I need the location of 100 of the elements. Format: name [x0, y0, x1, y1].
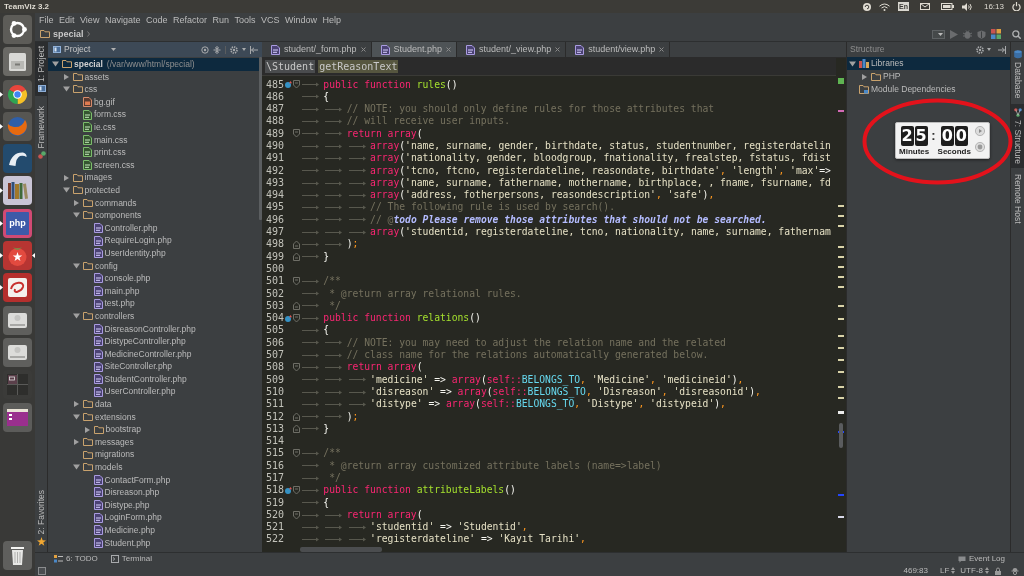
tool-window-button[interactable]: Remote Host — [1011, 170, 1024, 228]
clock[interactable]: 16:13 — [983, 2, 1004, 11]
tree-item[interactable]: StudentController.php — [93, 372, 190, 386]
tree-item[interactable]: UserIdentity.php — [93, 246, 169, 260]
sync-icon[interactable] — [863, 2, 871, 11]
tree-item[interactable]: SiteController.php — [93, 360, 176, 373]
collapse-all-icon[interactable] — [213, 45, 221, 54]
scrollbar-thumb[interactable] — [300, 547, 382, 552]
swirl-icon[interactable] — [3, 273, 32, 303]
encoding-selector[interactable]: UTF-8 — [960, 566, 989, 575]
run-config-dropdown[interactable] — [932, 29, 945, 39]
caret-down-icon[interactable] — [73, 464, 80, 471]
globe-icon[interactable] — [3, 111, 32, 141]
launcher-button[interactable]: php — [3, 208, 32, 238]
event-log-button[interactable]: Event Log — [957, 555, 1005, 563]
view-dropdown[interactable]: Project — [53, 45, 117, 54]
ring-logo-icon[interactable] — [3, 15, 32, 44]
caret-right-icon[interactable] — [861, 73, 868, 80]
target-icon[interactable] — [201, 45, 209, 54]
caret-down-icon[interactable] — [73, 413, 80, 420]
caret-right-icon[interactable] — [73, 439, 80, 446]
tree-item[interactable]: LoginForm.php — [93, 511, 165, 524]
fold-marker-icon[interactable] — [293, 80, 300, 90]
close-icon[interactable] — [555, 47, 561, 52]
tree-item[interactable]: data — [73, 398, 115, 411]
square-icon[interactable] — [38, 566, 46, 575]
tool-window-button[interactable]: Framework — [35, 101, 48, 164]
fold-marker-icon[interactable] — [293, 240, 300, 249]
breadcrumb[interactable]: getReasonText — [318, 60, 399, 73]
menu-item[interactable]: Tools — [234, 15, 256, 25]
tree-item[interactable]: DisreasonController.php — [93, 322, 199, 336]
tree-item[interactable]: test.php — [93, 297, 138, 310]
tree-item[interactable]: form.css — [83, 108, 130, 121]
tree-item[interactable]: print.css — [83, 146, 129, 159]
tree-item[interactable]: RequireLogin.php — [93, 234, 175, 247]
tool-window-button[interactable]: Terminal — [110, 555, 152, 563]
tree-item[interactable]: console.php — [93, 272, 154, 285]
menu-item[interactable]: Refactor — [172, 15, 207, 25]
caret-position[interactable]: 469:83 — [903, 566, 928, 575]
menu-item[interactable]: File — [39, 15, 54, 25]
wifi-icon[interactable] — [879, 2, 890, 11]
tree-item[interactable]: config — [73, 259, 121, 273]
menu-item[interactable]: Edit — [59, 15, 75, 25]
override-icon[interactable] — [285, 486, 292, 494]
menu-item[interactable]: View — [80, 15, 100, 25]
swoosh-icon[interactable] — [3, 144, 32, 174]
tree-item[interactable]: Distype.php — [93, 498, 153, 512]
tree-item[interactable]: bootstrap — [83, 423, 144, 436]
tree-item[interactable]: models — [73, 461, 126, 474]
tree-item[interactable]: protected — [62, 183, 123, 197]
fold-marker-icon[interactable] — [293, 424, 300, 434]
editor-tab[interactable]: student/_form.php — [262, 42, 372, 57]
fold-marker-icon[interactable] — [293, 129, 300, 139]
tree-item[interactable]: Libraries — [847, 57, 1010, 70]
tree-item[interactable]: MedicineController.php — [93, 347, 195, 361]
tree-item[interactable]: css — [62, 83, 101, 96]
tree-item[interactable]: Student.php — [93, 536, 154, 550]
lock-icon[interactable] — [995, 566, 1001, 575]
tree-item[interactable]: Disreason.php — [93, 486, 163, 499]
close-icon[interactable] — [446, 47, 452, 52]
caret-down-icon[interactable] — [73, 212, 80, 219]
caret-right-icon[interactable] — [83, 426, 91, 433]
tree-item[interactable]: UserController.php — [93, 385, 179, 399]
tree-item[interactable]: ie.css — [83, 120, 119, 134]
override-icon[interactable] — [285, 81, 292, 89]
fold-marker-icon[interactable] — [293, 362, 300, 372]
editor-tab[interactable]: student/view.php — [566, 42, 671, 57]
disk-drive-icon[interactable] — [3, 305, 32, 335]
tomato-icon[interactable] — [3, 241, 32, 271]
fold-marker-icon[interactable] — [293, 276, 300, 286]
fold-marker-icon[interactable] — [293, 313, 300, 323]
nav-breadcrumb[interactable]: special — [40, 29, 90, 39]
hat-icon[interactable] — [1011, 566, 1019, 575]
blocks-icon[interactable] — [991, 29, 1001, 39]
volume-icon[interactable] — [961, 2, 973, 11]
tool-window-button[interactable]: 1: Project — [35, 42, 48, 96]
caret-down-icon[interactable] — [849, 60, 856, 67]
line-separator-selector[interactable]: LF — [940, 566, 956, 575]
arrow-to-bar-icon[interactable] — [998, 45, 1006, 54]
menu-item[interactable]: Code — [145, 15, 168, 25]
tree-item[interactable]: DistypeController.php — [93, 335, 189, 348]
tree-item[interactable]: PHP — [861, 70, 904, 83]
caret-right-icon[interactable] — [73, 401, 80, 408]
disk-drive-icon[interactable] — [3, 337, 32, 367]
drawer-icon[interactable] — [3, 47, 32, 77]
caret-down-icon[interactable] — [52, 61, 59, 68]
tree-item[interactable]: special (/var/www/html/special) — [48, 58, 262, 71]
tree-item[interactable]: assets — [62, 70, 113, 84]
battery-icon[interactable] — [940, 3, 954, 10]
tool-window-button[interactable]: 7: Structure — [1011, 104, 1024, 169]
close-icon[interactable] — [659, 47, 665, 52]
tool-window-button[interactable]: 6: TODO — [54, 555, 98, 563]
tree-item[interactable]: Module Dependencies — [859, 83, 959, 96]
menu-item[interactable]: Run — [212, 15, 229, 25]
tree-item[interactable]: Controller.php — [93, 221, 161, 235]
trash-icon[interactable] — [3, 541, 32, 570]
tree-item[interactable]: main.php — [93, 284, 143, 298]
tool-window-button[interactable]: Database — [1011, 46, 1024, 103]
caret-down-icon[interactable] — [73, 262, 80, 269]
fold-marker-icon[interactable] — [293, 301, 300, 311]
